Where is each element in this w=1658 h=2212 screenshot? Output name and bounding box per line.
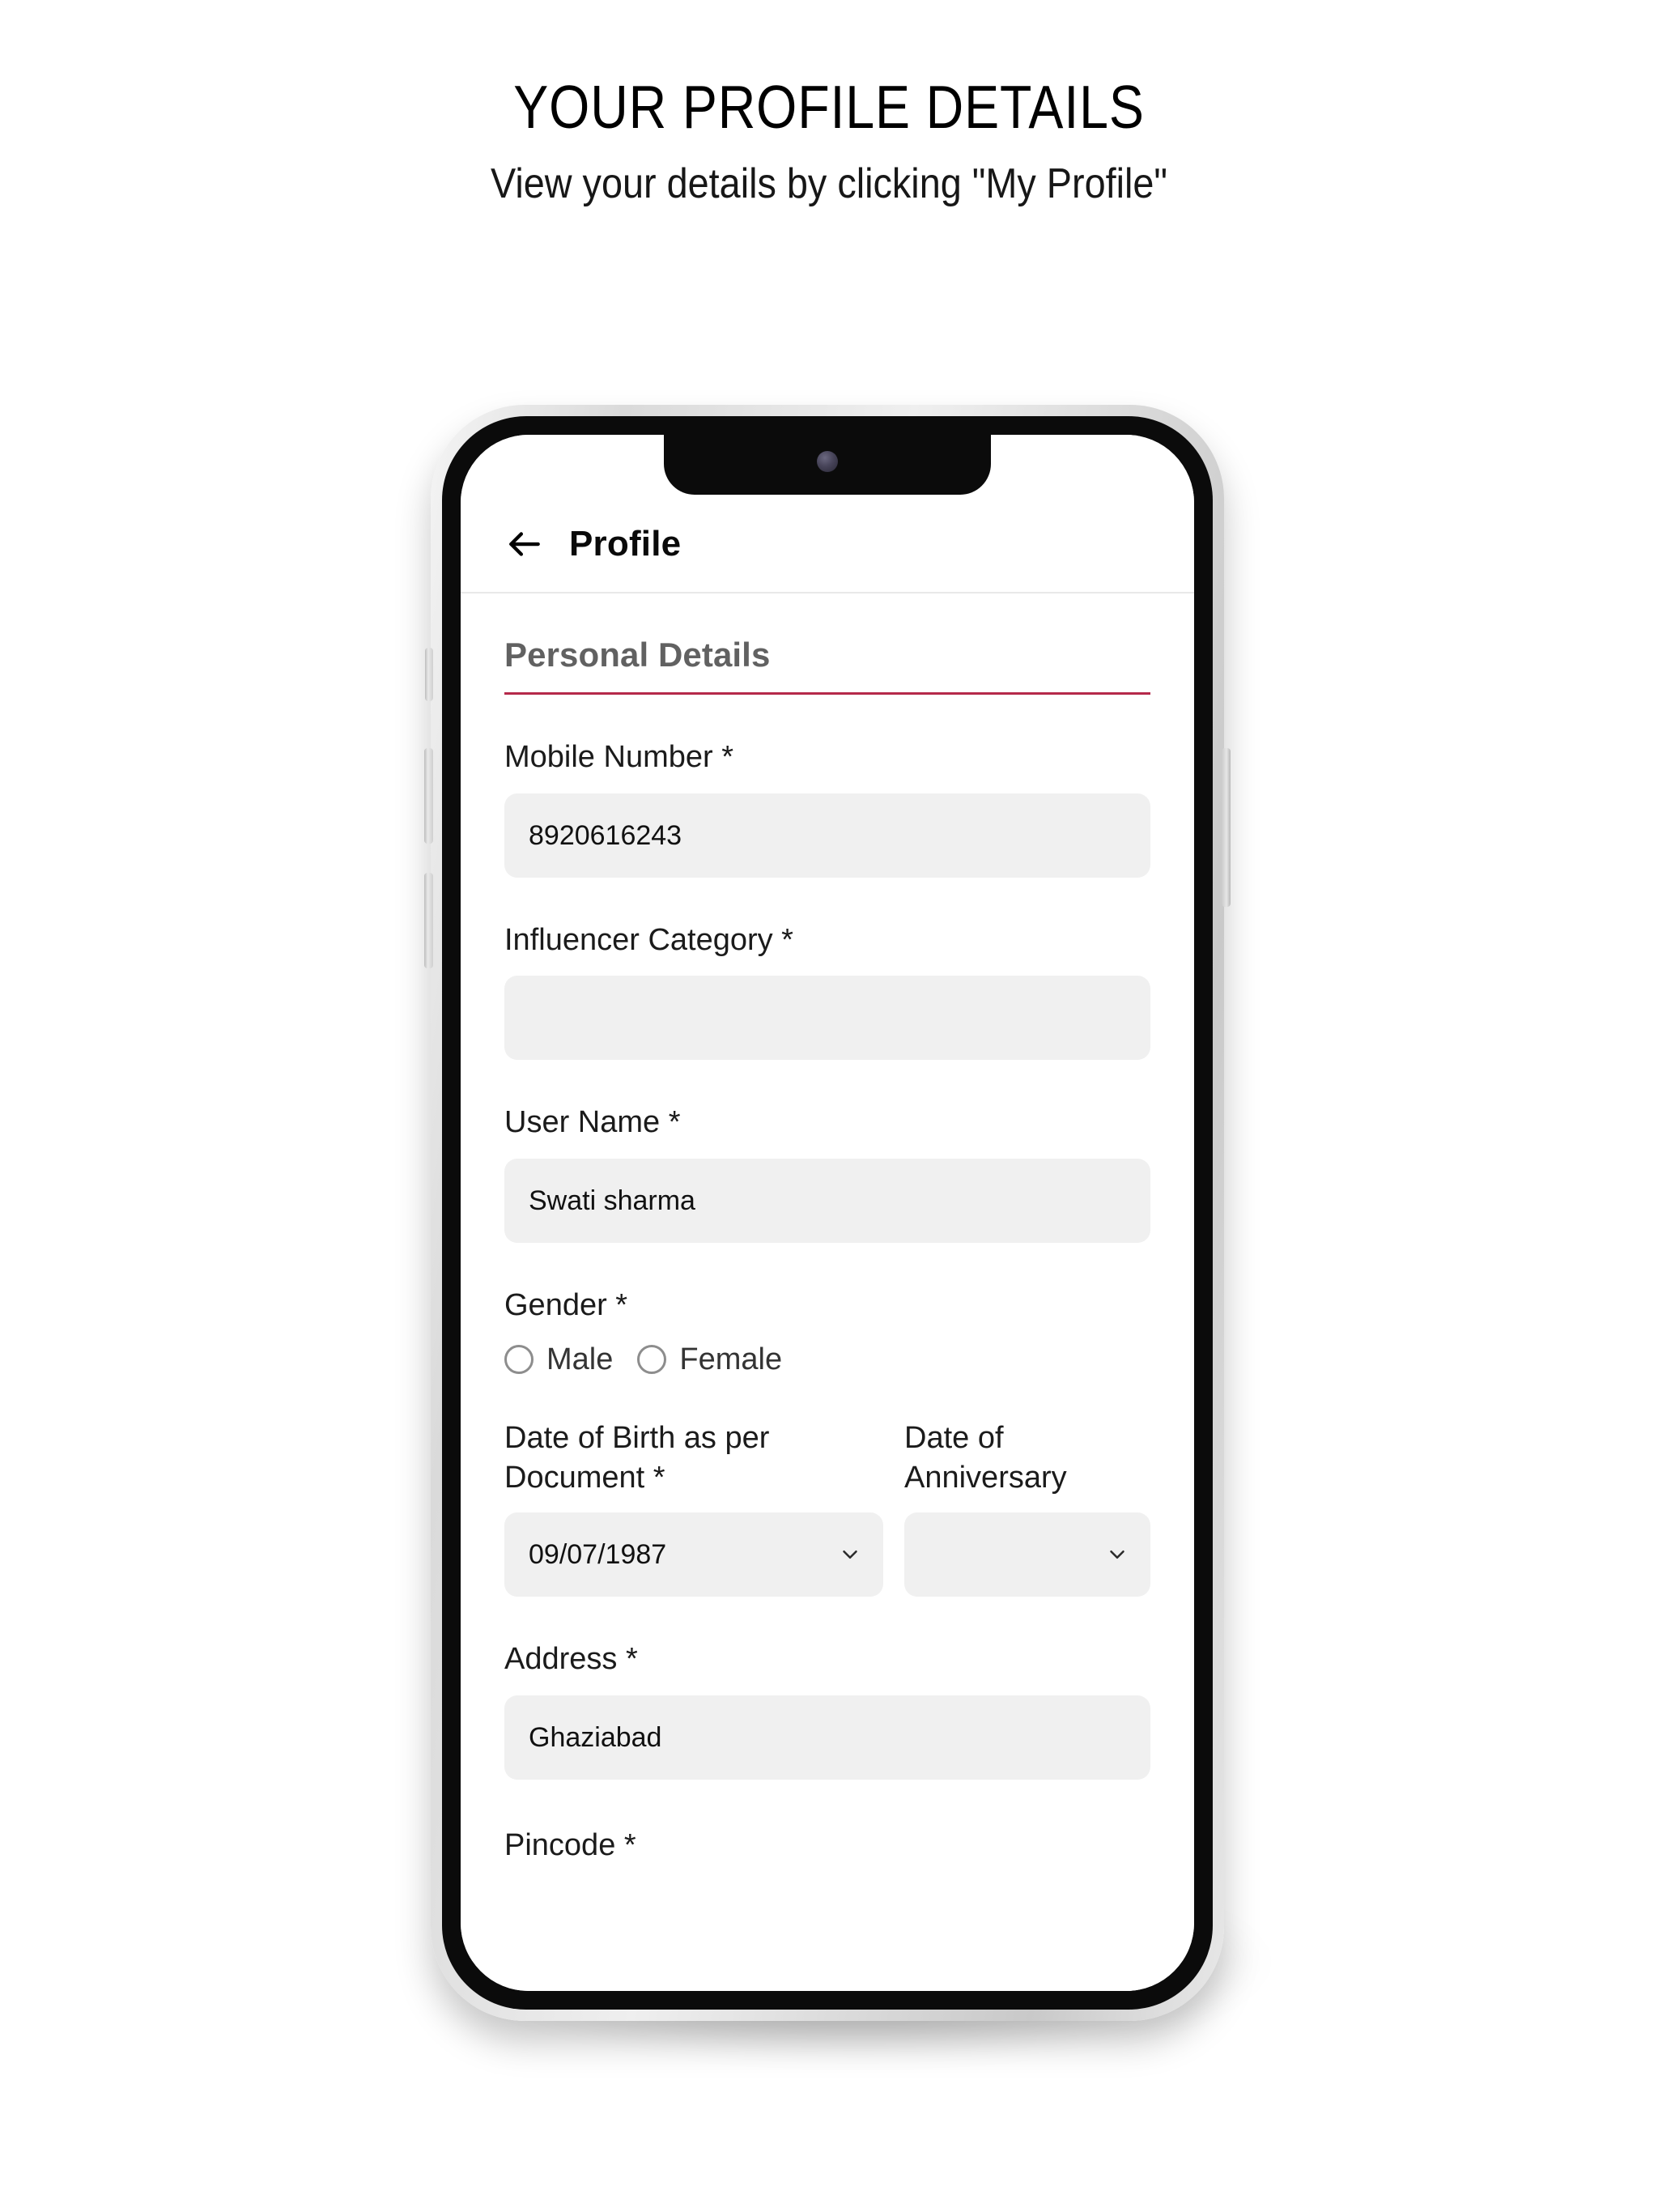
screenshot-root: YOUR PROFILE DETAILS View your details b… <box>0 0 1658 2212</box>
section-accent-rule <box>504 692 1150 695</box>
personal-details-section-header: Personal Details <box>461 593 1194 695</box>
gender-option-male-label: Male <box>546 1342 614 1376</box>
field-label-date-of-birth: Date of Birth as per Document * <box>504 1421 770 1495</box>
field-label-mobile-number: Mobile Number * <box>504 740 733 774</box>
arrow-left-icon[interactable] <box>504 524 545 564</box>
page-subtitle: View your details by clicking "My Profil… <box>490 160 1168 207</box>
gender-option-female-label: Female <box>679 1342 783 1376</box>
field-mobile-number: Mobile Number * 8920616243 <box>504 738 1150 878</box>
mobile-number-input[interactable]: 8920616243 <box>504 793 1150 878</box>
dates-row: Date of Birth as per Document * 09/07/19… <box>504 1419 1150 1597</box>
field-date-of-anniversary: Date of Anniversary <box>904 1419 1150 1597</box>
address-value: Ghaziabad <box>529 1721 662 1753</box>
phone-mockup: Profile Personal Details Mobile Number * <box>424 405 1231 2021</box>
mute-switch-button[interactable] <box>425 648 433 701</box>
user-name-input[interactable]: Swati sharma <box>504 1158 1150 1243</box>
date-of-birth-value: 09/07/1987 <box>529 1539 667 1570</box>
phone-bezel: Profile Personal Details Mobile Number * <box>442 416 1213 2010</box>
field-label-user-name: User Name * <box>504 1105 681 1139</box>
page-title: YOUR PROFILE DETAILS <box>513 73 1145 141</box>
profile-app-screen: Profile Personal Details Mobile Number * <box>461 435 1194 1991</box>
field-user-name: User Name * Swati sharma <box>504 1104 1150 1243</box>
field-label-gender: Gender * <box>504 1287 628 1322</box>
promo-header: YOUR PROFILE DETAILS View your details b… <box>0 73 1658 209</box>
volume-up-button[interactable] <box>424 748 433 844</box>
date-of-anniversary-select[interactable] <box>904 1512 1150 1597</box>
field-influencer-category: Influencer Category * <box>504 921 1150 1060</box>
profile-form: Mobile Number * 8920616243 Influencer Ca… <box>461 738 1194 1861</box>
radio-circle-icon <box>504 1345 534 1374</box>
app-bar-title: Profile <box>569 524 682 564</box>
field-label-influencer-category: Influencer Category * <box>504 922 793 957</box>
influencer-category-input[interactable] <box>504 976 1150 1060</box>
field-label-pincode: Pincode * <box>504 1827 636 1862</box>
field-date-of-birth: Date of Birth as per Document * 09/07/19… <box>504 1419 883 1597</box>
gender-option-female[interactable]: Female <box>637 1344 782 1375</box>
radio-circle-icon <box>637 1345 667 1374</box>
address-input[interactable]: Ghaziabad <box>504 1695 1150 1780</box>
field-label-date-of-anniversary: Date of Anniversary <box>904 1421 1067 1495</box>
power-button[interactable] <box>1222 748 1231 907</box>
user-name-value: Swati sharma <box>529 1185 695 1216</box>
section-title: Personal Details <box>504 636 771 674</box>
phone-screen: Profile Personal Details Mobile Number * <box>461 435 1194 1991</box>
chevron-down-icon <box>1110 1551 1124 1559</box>
field-address: Address * Ghaziabad <box>504 1640 1150 1780</box>
front-camera-icon <box>817 451 838 472</box>
field-gender: Gender * Male Female <box>504 1287 1150 1375</box>
gender-option-male[interactable]: Male <box>504 1344 613 1375</box>
chevron-down-icon <box>843 1551 857 1559</box>
phone-notch <box>664 435 991 495</box>
field-label-address: Address * <box>504 1642 638 1676</box>
mobile-number-value: 8920616243 <box>529 819 682 851</box>
gender-radio-group: Male Female <box>504 1344 1150 1375</box>
date-of-birth-select[interactable]: 09/07/1987 <box>504 1512 883 1597</box>
volume-down-button[interactable] <box>424 873 433 968</box>
